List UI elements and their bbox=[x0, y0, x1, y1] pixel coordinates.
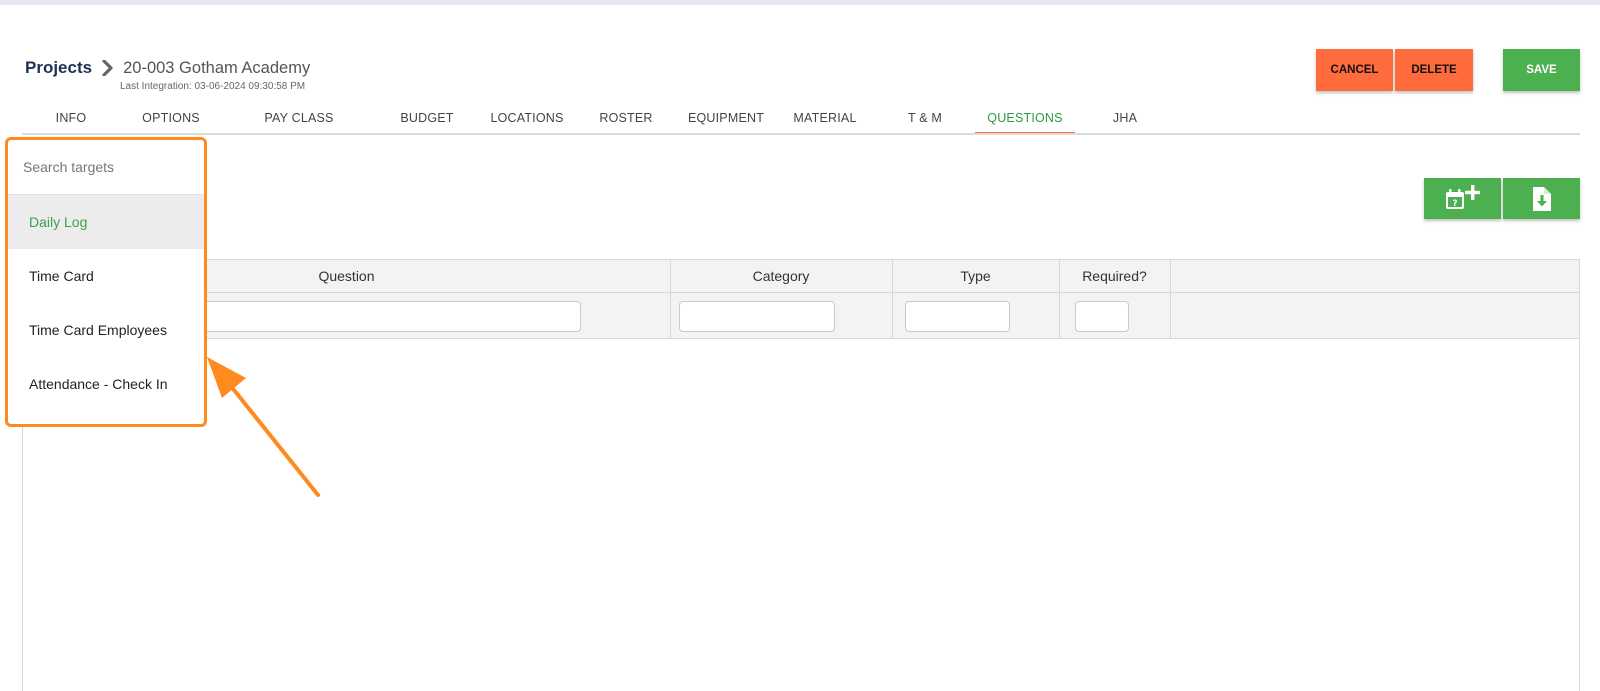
tab-jha[interactable]: JHA bbox=[1105, 104, 1145, 132]
column-divider bbox=[670, 260, 671, 339]
breadcrumb-projects-link[interactable]: Projects bbox=[25, 58, 92, 78]
delete-button[interactable]: DELETE bbox=[1395, 49, 1473, 91]
column-divider bbox=[892, 260, 893, 339]
grid-filter-row bbox=[23, 293, 1579, 339]
calendar-question-plus-icon: ? bbox=[1445, 184, 1480, 209]
cancel-button[interactable]: CANCEL bbox=[1316, 49, 1393, 91]
grid-header-row: Question Category Type Required? bbox=[23, 260, 1579, 293]
top-strip bbox=[0, 0, 1600, 5]
dropdown-option-attendance-check-in[interactable]: Attendance - Check In bbox=[8, 357, 204, 411]
tab-roster[interactable]: ROSTER bbox=[592, 104, 660, 132]
question-filter-input[interactable] bbox=[199, 301, 581, 332]
breadcrumb: Projects 20-003 Gotham Academy bbox=[25, 56, 310, 80]
questions-grid: Question Category Type Required? bbox=[22, 259, 1580, 691]
category-filter-input[interactable] bbox=[679, 301, 835, 332]
tab-material[interactable]: MATERIAL bbox=[787, 104, 863, 132]
download-button[interactable] bbox=[1503, 178, 1580, 219]
column-header-required[interactable]: Required? bbox=[1059, 260, 1170, 293]
tabs-divider bbox=[22, 133, 1580, 135]
dropdown-option-time-card-employees[interactable]: Time Card Employees bbox=[8, 303, 204, 357]
column-divider bbox=[1059, 260, 1060, 339]
svg-text:?: ? bbox=[1452, 199, 1457, 209]
tab-pay-class[interactable]: PAY CLASS bbox=[250, 104, 348, 132]
dropdown-option-daily-log[interactable]: Daily Log bbox=[8, 195, 204, 249]
add-question-button[interactable]: ? bbox=[1424, 178, 1501, 219]
last-integration-text: Last Integration: 03-06-2024 09:30:58 PM bbox=[120, 81, 306, 92]
file-download-icon bbox=[1532, 186, 1551, 211]
target-dropdown: Daily Log Time Card Time Card Employees … bbox=[5, 137, 207, 427]
column-divider bbox=[1170, 260, 1171, 339]
tab-bar: INFO OPTIONS PAY CLASS BUDGET LOCATIONS … bbox=[0, 104, 1580, 134]
tab-questions[interactable]: QUESTIONS bbox=[975, 104, 1075, 134]
required-filter-input[interactable] bbox=[1075, 301, 1129, 332]
dropdown-option-time-card[interactable]: Time Card bbox=[8, 249, 204, 303]
tab-t-and-m[interactable]: T & M bbox=[900, 104, 950, 132]
tab-locations[interactable]: LOCATIONS bbox=[482, 104, 572, 132]
search-targets-input[interactable] bbox=[8, 140, 204, 195]
chevron-right-icon bbox=[102, 60, 113, 76]
tab-equipment[interactable]: EQUIPMENT bbox=[680, 104, 772, 132]
tab-budget[interactable]: BUDGET bbox=[390, 104, 464, 132]
type-filter-input[interactable] bbox=[905, 301, 1010, 332]
project-title: 20-003 Gotham Academy bbox=[123, 58, 311, 77]
column-header-type[interactable]: Type bbox=[892, 260, 1059, 293]
tab-info[interactable]: INFO bbox=[40, 104, 102, 132]
column-header-category[interactable]: Category bbox=[670, 260, 892, 293]
tab-options[interactable]: OPTIONS bbox=[130, 104, 212, 132]
save-button[interactable]: SAVE bbox=[1503, 49, 1580, 91]
